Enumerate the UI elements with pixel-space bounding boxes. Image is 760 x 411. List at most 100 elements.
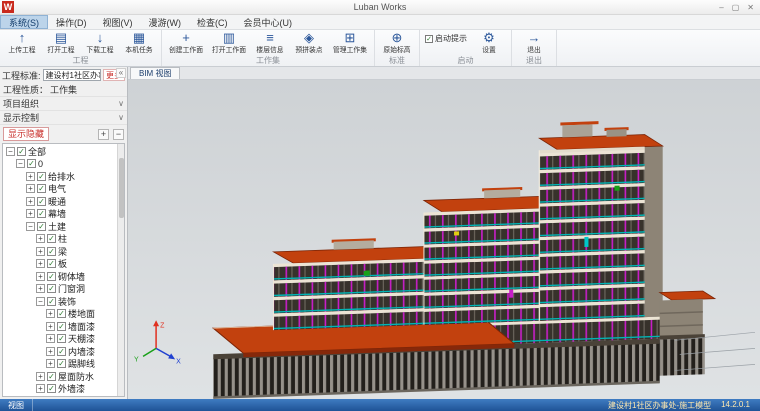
tree-item[interactable]: + ✓ 天棚漆 [4,333,116,346]
tree-item[interactable]: + ✓ 幕墙 [4,208,116,221]
menu-tab-operate[interactable]: 操作(D) [48,15,95,29]
tree-expander-icon[interactable]: + [46,359,55,368]
tree-expander-icon[interactable]: + [46,334,55,343]
chevron-down-icon[interactable]: ∨ [118,113,124,122]
bim-view-tab[interactable]: BIM 视图 [130,67,180,79]
tree-expander-icon[interactable]: + [26,209,35,218]
tree-checkbox[interactable]: ✓ [57,359,66,368]
tree-checkbox[interactable]: ✓ [27,159,36,168]
tree-expander-icon[interactable]: + [36,247,45,256]
title-bar: W Luban Works – ▢ ✕ [0,0,760,15]
tree-expander-icon[interactable]: + [36,384,45,393]
tree-item[interactable]: + ✓ 墙面漆 [4,320,116,333]
tree-item[interactable]: − ✓ 土建 [4,220,116,233]
tree-item[interactable]: + ✓ 门窗洞 [4,283,116,296]
tree-expander-icon[interactable]: − [36,297,45,306]
tree-checkbox[interactable]: ✓ [37,197,46,206]
tower-floors [539,150,644,321]
settings-button[interactable]: ⚙ 设置 [470,31,508,56]
tree-expander-icon[interactable]: + [36,272,45,281]
tree-expander-icon[interactable]: + [36,372,45,381]
panel-collapse-icon[interactable]: « [116,68,126,78]
tree-checkbox[interactable]: ✓ [47,234,56,243]
tree-item[interactable]: − ✓ 全部 [4,145,116,158]
tree-checkbox[interactable]: ✓ [57,322,66,331]
tree-expander-icon[interactable]: + [26,197,35,206]
tree-checkbox[interactable]: ✓ [47,259,56,268]
project-dropdown[interactable]: 建设村1社区办事处-施工模型 ▾ [43,69,101,81]
local-tasks-icon: ▦ [133,31,145,45]
model-3d-canvas[interactable]: Z X Y [128,80,760,399]
floor-info-button[interactable]: ≡ 楼层信息 [251,31,289,56]
download-project-button[interactable]: ↓ 下载工程 [81,31,119,56]
tree-item[interactable]: + ✓ 梁 [4,245,116,258]
local-tasks-button[interactable]: ▦ 本机任务 [120,31,158,56]
tree-expander-icon[interactable]: + [26,184,35,193]
menu-tab-system[interactable]: 系统(S) [0,15,48,29]
zoom-in-button[interactable]: + [98,129,109,140]
tree-checkbox[interactable]: ✓ [57,347,66,356]
tree-expander-icon[interactable]: − [16,159,25,168]
show-hide-button[interactable]: 显示隐藏 [3,127,49,141]
tree-item[interactable]: − ✓ 0 [4,158,116,171]
tree-expander-icon[interactable]: + [46,347,55,356]
tree-checkbox[interactable]: ✓ [47,384,56,393]
tree-item[interactable]: + ✓ 电气 [4,183,116,196]
tree-checkbox[interactable]: ✓ [37,209,46,218]
tree-expander-icon[interactable]: + [36,259,45,268]
tree-checkbox[interactable]: ✓ [17,147,26,156]
tree-checkbox[interactable]: ✓ [57,309,66,318]
tree-item[interactable]: − ✓ 装饰 [4,295,116,308]
zoom-out-button[interactable]: − [113,129,124,140]
tree-expander-icon[interactable]: − [26,222,35,231]
maximize-button[interactable]: ▢ [732,3,740,12]
close-button[interactable]: ✕ [747,3,754,12]
tree-item[interactable]: + ✓ 楼地面 [4,308,116,321]
manage-workset-button[interactable]: ⊞ 管理工作集 [329,31,371,56]
tree-checkbox[interactable]: ✓ [47,297,56,306]
minimize-button[interactable]: – [719,3,723,12]
startup-hint-checkbox[interactable]: ✓ [425,35,433,43]
tree-expander-icon[interactable]: + [36,284,45,293]
menu-tab-check[interactable]: 检查(C) [189,15,236,29]
exit-button[interactable]: → 退出 [515,31,553,56]
tree-checkbox[interactable]: ✓ [37,172,46,181]
tree-expander-icon[interactable]: + [46,309,55,318]
tree-expander-icon[interactable]: + [26,172,35,181]
tree-scrollbar[interactable] [117,144,124,396]
tree-scrollbar-thumb[interactable] [119,158,124,218]
tree-checkbox[interactable]: ✓ [47,272,56,281]
startup-hint-checkbox-row[interactable]: ✓ 启动提示 [423,31,469,44]
tree-checkbox[interactable]: ✓ [47,284,56,293]
upload-project-button[interactable]: ↑ 上传工程 [3,31,41,56]
tree-checkbox[interactable]: ✓ [47,247,56,256]
tree-expander-icon[interactable]: + [46,322,55,331]
tree-expander-icon[interactable]: + [36,234,45,243]
create-workset-button[interactable]: + 创建工作面 [165,31,207,56]
tree-item[interactable]: + ✓ 给排水 [4,170,116,183]
tree-checkbox[interactable]: ✓ [37,184,46,193]
tree-item[interactable]: + ✓ 板 [4,258,116,271]
menu-tab-member[interactable]: 会员中心(U) [236,15,301,29]
tree-item[interactable]: + ✓ 砌体墙 [4,270,116,283]
chevron-down-icon[interactable]: ∨ [118,99,124,108]
tree-item[interactable]: + ✓ 暖通 [4,195,116,208]
tree-item[interactable]: + ✓ 外墙漆 [4,383,116,396]
open-workset-button[interactable]: ▥ 打开工作面 [208,31,250,56]
tree-item[interactable]: + ✓ 柱 [4,233,116,246]
tree-item[interactable]: + ✓ 屋面防水 [4,370,116,383]
tree-item[interactable]: + ✓ 内墙漆 [4,345,116,358]
tree-checkbox[interactable]: ✓ [37,222,46,231]
preassembly-point-button[interactable]: ◈ 预拼装点 [290,31,328,56]
project-organization-row[interactable]: 项目组织 ∨ [0,97,127,111]
tree-checkbox[interactable]: ✓ [47,372,56,381]
tree-item[interactable]: + ✓ 踢脚线 [4,358,116,371]
open-project-button[interactable]: ▤ 打开工程 [42,31,80,56]
menu-tab-roam[interactable]: 漫游(W) [141,15,190,29]
manage-workset-icon: ⊞ [345,31,356,45]
original-elevation-button[interactable]: ⊕ 原始标高 [378,31,416,56]
display-control-row[interactable]: 显示控制 ∨ [0,111,127,125]
tree-checkbox[interactable]: ✓ [57,334,66,343]
tree-expander-icon[interactable]: − [6,147,15,156]
menu-tab-view[interactable]: 视图(V) [95,15,141,29]
